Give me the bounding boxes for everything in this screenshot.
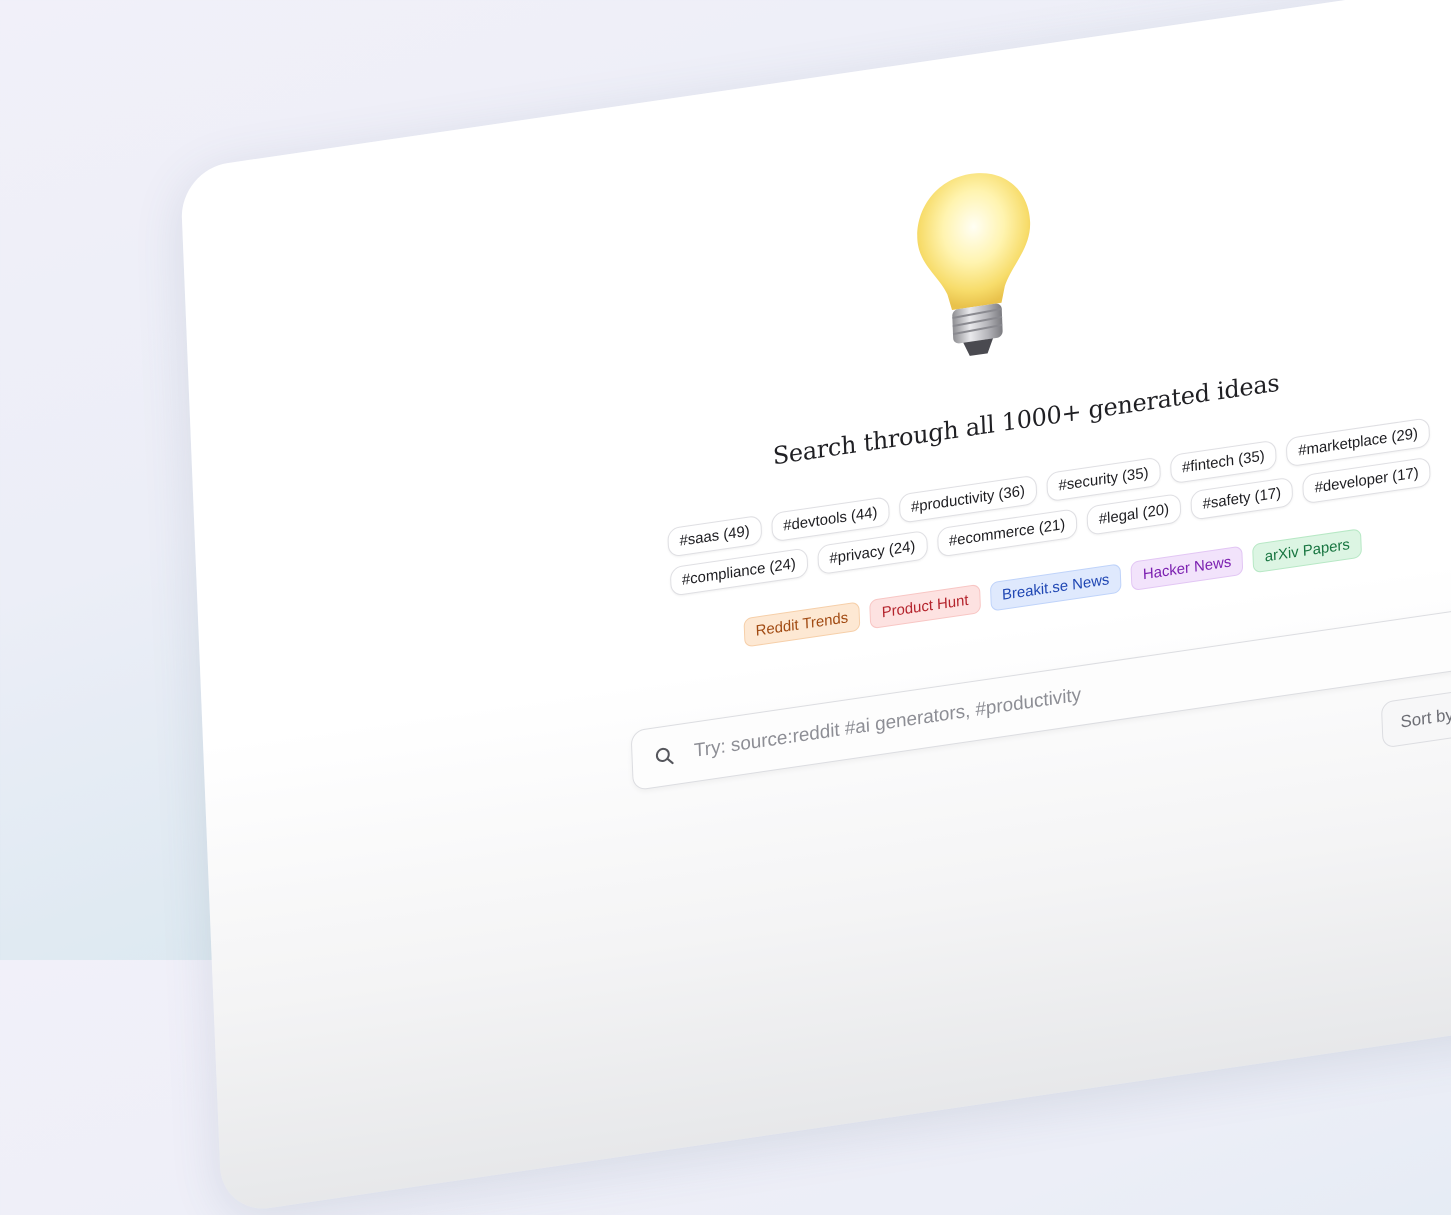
tag-saas[interactable]: #saas (49) bbox=[667, 514, 763, 558]
tag-security[interactable]: #security (35) bbox=[1046, 456, 1161, 503]
tag-devtools[interactable]: #devtools (44) bbox=[770, 496, 890, 543]
source-reddit-trends[interactable]: Reddit Trends bbox=[743, 601, 861, 648]
tag-privacy[interactable]: #privacy (24) bbox=[816, 530, 928, 576]
tag-safety[interactable]: #safety (17) bbox=[1190, 476, 1294, 521]
source-breakit-news[interactable]: Breakit.se News bbox=[989, 563, 1122, 612]
sort-label: Sort by: bbox=[1400, 704, 1451, 732]
main-card: Search through all 1000+ generated ideas… bbox=[180, 0, 1451, 1215]
lightbulb-icon bbox=[917, 173, 1031, 356]
source-arxiv-papers[interactable]: arXiv Papers bbox=[1252, 528, 1363, 574]
tag-fintech[interactable]: #fintech (35) bbox=[1169, 439, 1278, 485]
tag-compliance[interactable]: #compliance (24) bbox=[669, 547, 809, 597]
source-hacker-news[interactable]: Hacker News bbox=[1130, 545, 1244, 592]
search-input[interactable] bbox=[691, 624, 1451, 765]
tag-legal[interactable]: #legal (20) bbox=[1086, 492, 1182, 536]
source-product-hunt[interactable]: Product Hunt bbox=[869, 583, 981, 630]
tag-developer[interactable]: #developer (17) bbox=[1302, 456, 1432, 505]
tag-ecommerce[interactable]: #ecommerce (21) bbox=[936, 508, 1078, 558]
search-icon bbox=[655, 747, 674, 765]
sort-dropdown[interactable]: Sort by: bbox=[1380, 673, 1451, 749]
